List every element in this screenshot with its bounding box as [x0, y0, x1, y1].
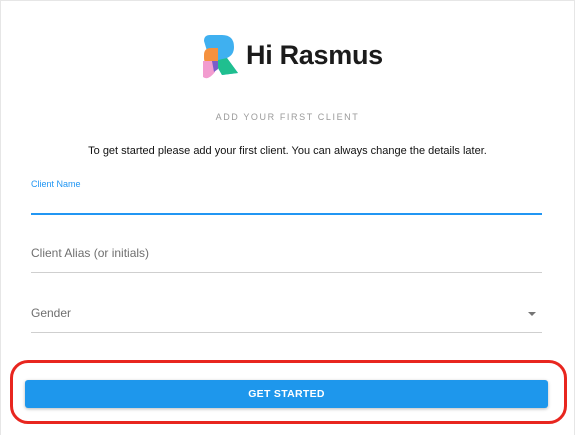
intro-text: To get started please add your first cli… [88, 145, 487, 157]
gender-select[interactable]: Gender [31, 300, 542, 336]
chevron-down-icon [528, 312, 536, 316]
client-alias-placeholder: Client Alias (or initials) [31, 246, 150, 260]
client-name-input[interactable] [31, 195, 542, 213]
brand-logo: Hi Rasmus [200, 31, 383, 83]
section-heading: ADD YOUR FIRST CLIENT [215, 112, 360, 122]
gender-underline [31, 332, 542, 333]
client-name-field[interactable]: Client Name [31, 179, 542, 219]
client-name-label: Client Name [31, 179, 81, 189]
brand-name: Hi Rasmus [246, 40, 383, 70]
client-alias-underline [31, 272, 542, 273]
client-alias-field[interactable]: Client Alias (or initials) [31, 240, 542, 276]
gender-placeholder: Gender [31, 306, 72, 320]
brand-mark-icon [203, 35, 238, 79]
client-name-underline [31, 213, 542, 215]
get-started-button[interactable]: GET STARTED [25, 380, 548, 408]
